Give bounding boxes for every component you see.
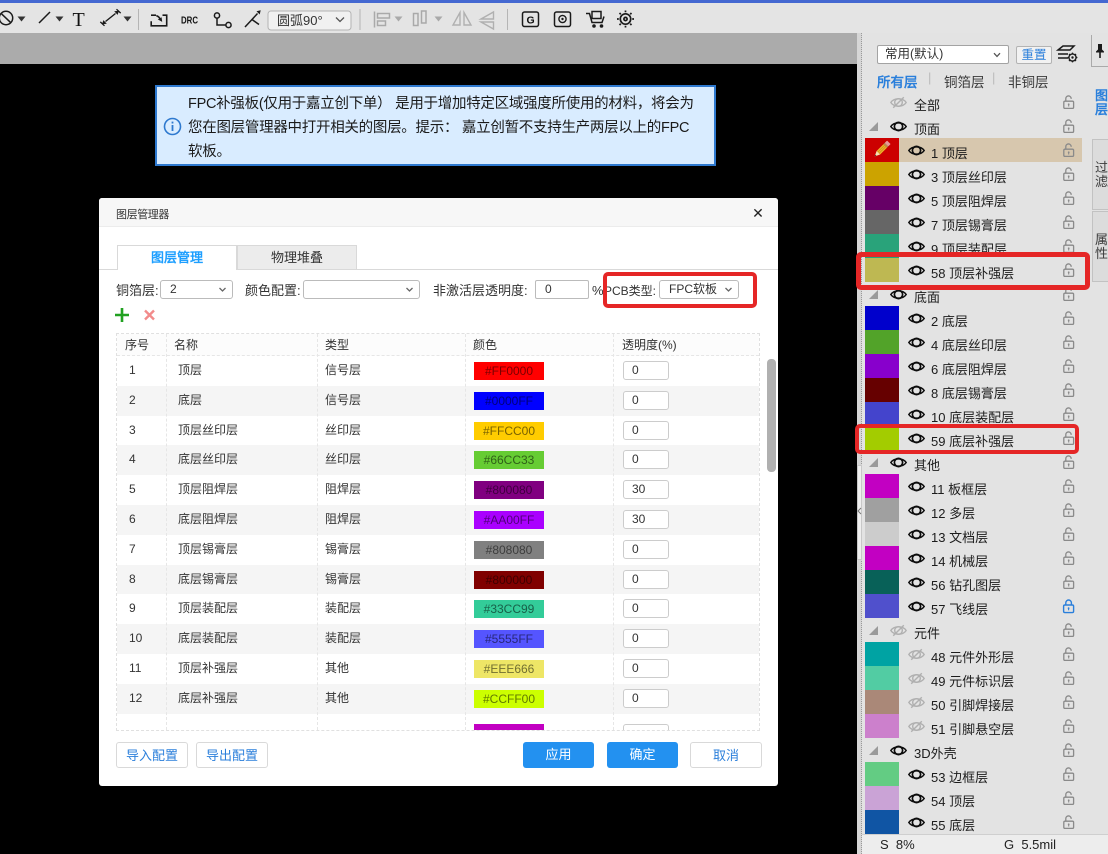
svg-text:T: T [73,9,85,31]
svg-text:G: G [527,15,535,27]
svg-text:圆弧90°: 圆弧90° [277,13,323,28]
svg-text:DRC: DRC [181,15,198,27]
